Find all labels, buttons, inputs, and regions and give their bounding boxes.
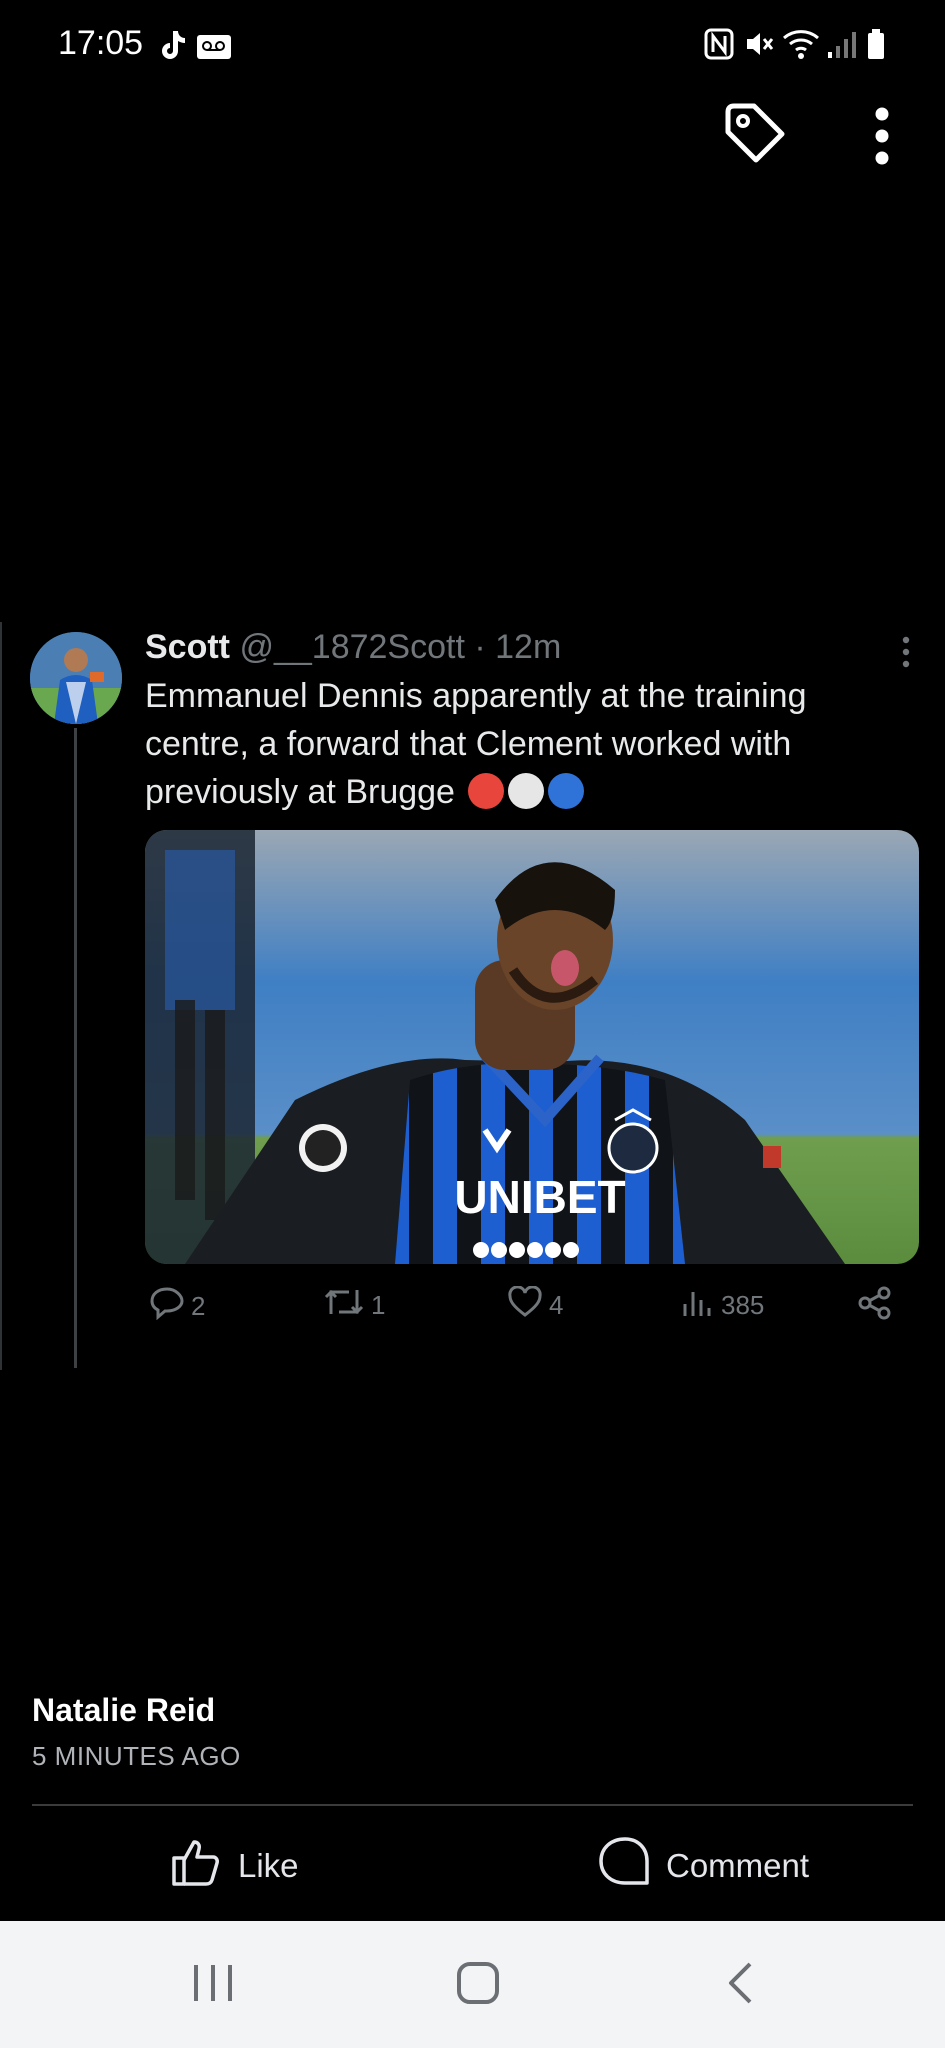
tweet-age: 12m xyxy=(495,628,562,666)
like-button[interactable]: Like xyxy=(170,1836,299,1896)
nfc-icon xyxy=(704,28,734,65)
retweet-button[interactable]: 1 xyxy=(323,1286,385,1325)
back-icon[interactable] xyxy=(726,1961,756,2010)
avatar[interactable] xyxy=(30,632,122,724)
battery-icon xyxy=(866,28,886,65)
tweet-header: Scott @__1872Scott · 12m xyxy=(145,628,561,667)
more-vertical-icon[interactable] xyxy=(870,106,894,171)
view-count: 385 xyxy=(721,1290,765,1320)
thumbs-up-icon xyxy=(170,1836,224,1896)
mute-icon xyxy=(744,28,774,65)
voicemail-icon xyxy=(196,34,232,65)
tweet-separator: · xyxy=(474,628,486,666)
wifi-icon xyxy=(782,28,822,65)
heart-icon xyxy=(507,1285,543,1325)
comment-button[interactable]: Comment xyxy=(598,1836,809,1896)
white-circle-emoji xyxy=(508,773,545,809)
comment-label: Comment xyxy=(666,1847,810,1884)
reply-icon xyxy=(149,1286,185,1327)
like-label: Like xyxy=(238,1847,299,1884)
blue-circle-emoji xyxy=(548,773,585,809)
tag-icon[interactable] xyxy=(722,100,788,171)
top-action-bar xyxy=(0,100,945,170)
recents-icon[interactable] xyxy=(192,1961,234,2010)
tweet-card[interactable]: Scott @__1872Scott · 12m Emmanuel Dennis… xyxy=(0,622,945,1370)
like-tweet-button[interactable]: 4 xyxy=(507,1285,564,1325)
reaction-bar: Like Comment xyxy=(0,1826,945,1902)
comment-icon xyxy=(598,1836,652,1896)
tiktok-icon xyxy=(156,28,188,67)
retweet-icon xyxy=(323,1286,365,1325)
tweet-author-handle[interactable]: @__1872Scott xyxy=(239,628,464,666)
divider xyxy=(32,1804,913,1806)
post-author[interactable]: Natalie Reid xyxy=(32,1692,241,1729)
jersey-sponsor-text: UNIBET xyxy=(454,1171,625,1223)
signal-icon xyxy=(826,28,858,65)
red-circle-emoji xyxy=(468,773,505,809)
views-button[interactable]: 385 xyxy=(681,1286,764,1325)
post-time-ago: 5 MINUTES AGO xyxy=(32,1741,241,1771)
reply-button[interactable]: 2 xyxy=(149,1286,205,1327)
tweet-more-icon[interactable] xyxy=(901,636,911,673)
share-icon xyxy=(857,1286,893,1327)
reply-count: 2 xyxy=(191,1291,206,1321)
tweet-text: Emmanuel Dennis apparently at the traini… xyxy=(145,672,905,816)
analytics-icon xyxy=(681,1286,715,1325)
system-nav-bar xyxy=(0,1921,945,2048)
retweet-count: 1 xyxy=(371,1290,386,1320)
tweet-author-name[interactable]: Scott xyxy=(145,628,230,666)
tweet-actions: 2 1 4 385 xyxy=(145,1285,905,1334)
status-time: 17:05 xyxy=(58,24,144,62)
post-meta: Natalie Reid 5 MINUTES AGO xyxy=(32,1692,241,1772)
status-bar: 17:05 xyxy=(0,0,945,92)
tweet-image[interactable]: UNIBET xyxy=(145,830,919,1264)
share-button[interactable] xyxy=(857,1286,893,1327)
thread-line xyxy=(74,728,77,1368)
like-count: 4 xyxy=(549,1290,564,1320)
home-icon[interactable] xyxy=(456,1961,500,2010)
